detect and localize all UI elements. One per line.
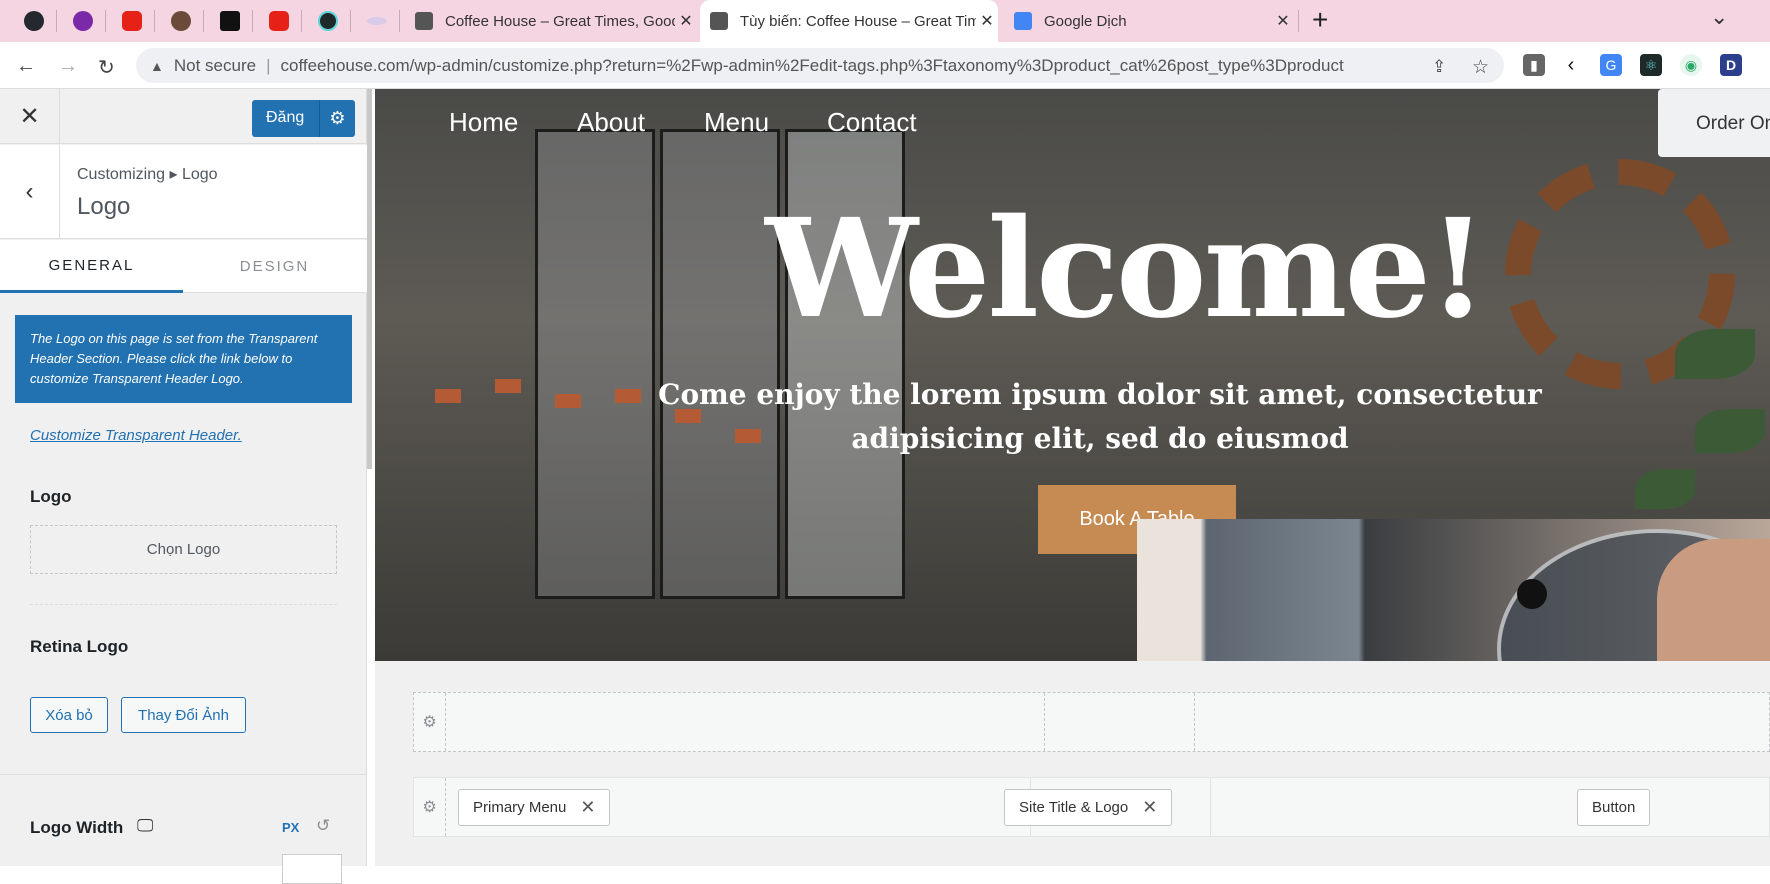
react-icon[interactable] (314, 7, 342, 35)
tab-title: Coffee House – Great Times, Good Coffee (445, 12, 675, 30)
builder-item-primary-menu[interactable]: Primary Menu ✕ (458, 789, 611, 826)
logo-width-label: Logo Width (30, 818, 124, 837)
remove-icon[interactable]: ✕ (1142, 797, 1157, 818)
tab-general[interactable]: GENERAL (0, 240, 183, 293)
youtube-icon[interactable] (265, 7, 293, 35)
chevron-left-icon[interactable]: ‹ (1560, 54, 1582, 76)
reset-icon[interactable]: ↺ (316, 816, 330, 836)
chip-label: Button (1592, 799, 1636, 816)
close-icon[interactable]: ✕ (976, 11, 998, 31)
menu-about[interactable]: About (577, 107, 645, 138)
share-icon[interactable]: ⇪ (1432, 57, 1446, 77)
menu-home[interactable]: Home (449, 107, 518, 138)
warning-icon[interactable]: ▲ (150, 58, 164, 74)
tab-title: Google Dịch (1044, 12, 1127, 30)
github-icon[interactable] (20, 7, 48, 35)
profile-favicon-icon[interactable] (167, 7, 195, 35)
customize-transparent-header-link[interactable]: Customize Transparent Header. (30, 427, 242, 444)
change-image-button[interactable]: Thay Đổi Ảnh (121, 697, 246, 733)
order-online-button[interactable]: Order Online (1658, 89, 1770, 157)
address-bar[interactable]: ▲ Not secure | coffeehouse.com/wp-admin/… (136, 48, 1504, 83)
section-header: ‹ Customizing ▸ Logo Logo (0, 145, 367, 239)
site-preview: Home About Menu Contact Order Online Wel… (375, 89, 1770, 866)
builder-item-site-title-logo[interactable]: Site Title & Logo ✕ (1004, 789, 1173, 826)
choose-logo-button[interactable]: Chọn Logo (30, 525, 337, 574)
gear-icon[interactable]: ⚙ (319, 100, 355, 137)
section-tabs: GENERAL DESIGN (0, 240, 367, 293)
tab-customizer[interactable]: Tùy biến: Coffee House – Great Times, Go… (700, 0, 998, 42)
dashlane-icon[interactable]: D (1720, 54, 1742, 76)
header-builder-row-main: ⚙ Primary Menu ✕ Site Title & Logo ✕ But… (413, 777, 1770, 837)
menu-menu[interactable]: Menu (704, 107, 769, 138)
hero-headline: Welcome! (765, 189, 1487, 349)
close-customizer-icon[interactable]: ✕ (0, 89, 60, 144)
breadcrumb: Customizing ▸ Logo (77, 166, 218, 183)
section-title: Logo (77, 193, 131, 220)
close-icon[interactable]: ✕ (1272, 11, 1294, 31)
browser-toolbar: ← → ↻ ▲ Not secure | coffeehouse.com/wp-… (0, 42, 1770, 89)
r-favicon-icon[interactable] (216, 7, 244, 35)
google-translate-icon (1014, 12, 1032, 30)
hero-subheadline: Come enjoy the lorem ipsum dolor sit ame… (658, 378, 1542, 455)
desktop-icon[interactable]: 🖵 (137, 816, 153, 836)
back-icon[interactable]: ‹ (0, 145, 60, 239)
security-label[interactable]: Not secure (174, 56, 256, 76)
tab-title: Tùy biến: Coffee House – Great Times, Go… (740, 12, 976, 30)
coffee-favicon-icon (415, 12, 433, 30)
star-icon[interactable]: ☆ (1472, 56, 1489, 79)
ublock-icon[interactable] (69, 7, 97, 35)
youtube-icon[interactable] (118, 7, 146, 35)
reload-icon[interactable]: ↻ (98, 55, 115, 80)
menu-contact[interactable]: Contact (827, 107, 917, 138)
builder-item-button[interactable]: Button (1577, 789, 1651, 826)
header-builder-row-top: ⚙ (413, 692, 1770, 752)
back-arrow-icon[interactable]: ← (16, 55, 36, 78)
logo-label: Logo (30, 487, 72, 506)
tab-coffee-house[interactable]: Coffee House – Great Times, Good Coffee … (405, 0, 697, 42)
info-notice: The Logo on this page is set from the Tr… (15, 315, 352, 403)
tab-search-icon[interactable]: ⌄ (1710, 4, 1728, 30)
react-devtools-icon[interactable]: ⚛ (1640, 54, 1662, 76)
tab-design[interactable]: DESIGN (183, 240, 366, 293)
close-icon[interactable]: ✕ (675, 11, 697, 31)
google-translate-icon[interactable]: G (1600, 54, 1622, 76)
remove-button[interactable]: Xóa bỏ (30, 697, 108, 733)
forward-arrow-icon[interactable]: → (58, 55, 78, 78)
customizer-sidebar: ✕ Đăng ⚙ ‹ Customizing ▸ Logo Logo GENER… (0, 89, 367, 884)
remove-icon[interactable]: ✕ (580, 797, 595, 818)
publish-button[interactable]: Đăng ⚙ (252, 100, 355, 137)
row-settings-icon[interactable]: ⚙ (414, 693, 446, 751)
retina-logo-label: Retina Logo (30, 637, 129, 656)
unit-toggle[interactable]: PX (282, 820, 299, 835)
row-settings-icon[interactable]: ⚙ (414, 778, 446, 836)
publish-label: Đăng (266, 109, 305, 126)
hero-section: Home About Menu Contact Order Online Wel… (375, 89, 1770, 661)
chip-label: Site Title & Logo (1019, 799, 1129, 816)
chip-label: Primary Menu (473, 799, 567, 816)
extension-icon[interactable]: ◉ (1680, 54, 1702, 76)
logo-width-input[interactable] (282, 854, 342, 884)
new-tab-button[interactable]: + (1312, 4, 1328, 36)
coffee-favicon-icon (710, 12, 728, 30)
extension-icon[interactable]: ▮ (1523, 54, 1545, 76)
tab-google-translate[interactable]: Google Dịch ✕ (1004, 0, 1294, 42)
browser-tab-strip: Coffee House – Great Times, Good Coffee … (0, 0, 1770, 42)
sidebar-scrollbar[interactable] (367, 89, 372, 469)
extension-favicon-icon[interactable] (363, 7, 391, 35)
coffee-press-image (1137, 519, 1770, 661)
customizer-header: ✕ Đăng ⚙ (0, 89, 367, 144)
url-text[interactable]: coffeehouse.com/wp-admin/customize.php?r… (280, 56, 1343, 76)
